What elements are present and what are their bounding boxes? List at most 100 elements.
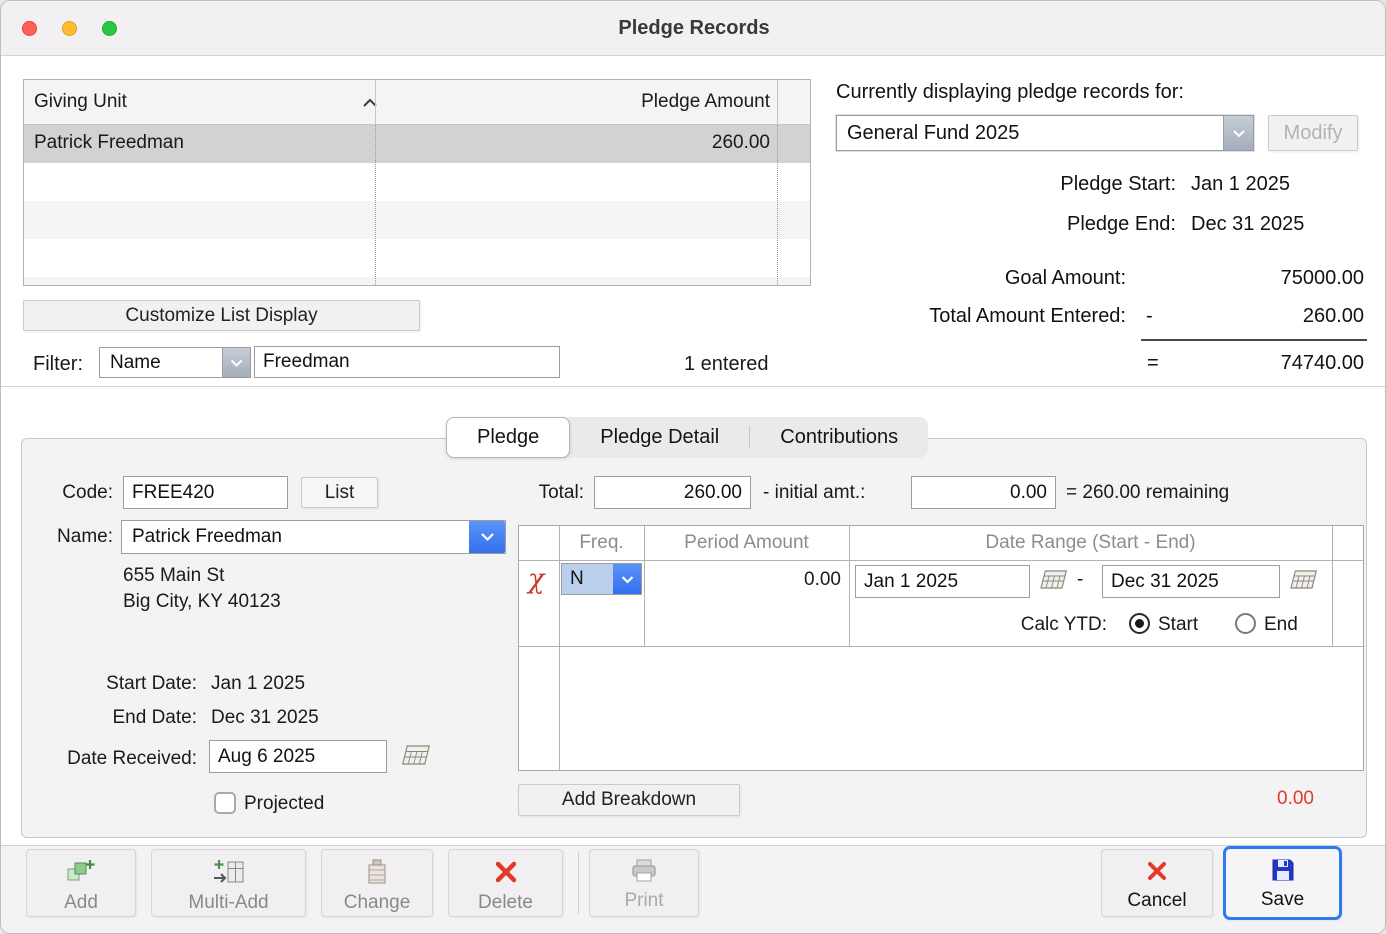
breakdown-col-date-range: Date Range (Start - End) (985, 532, 1196, 553)
range-dash: - (1077, 569, 1084, 590)
address-line-1: 655 Main St (123, 565, 225, 586)
cancel-button[interactable]: Cancel (1101, 849, 1213, 917)
maximize-button[interactable] (102, 21, 117, 36)
column-header-giving-unit[interactable]: Giving Unit (34, 91, 127, 113)
customize-list-display-button[interactable]: Customize List Display (23, 300, 420, 331)
goal-amount-label: Goal Amount: (1004, 267, 1126, 289)
range-start-input[interactable] (855, 565, 1030, 598)
save-button[interactable]: Save (1223, 846, 1342, 920)
total-entered-value: 260.00 (1302, 305, 1364, 327)
pledge-start-label: Pledge Start: (1060, 173, 1176, 195)
range-end-input[interactable] (1102, 565, 1280, 598)
code-input[interactable] (123, 476, 288, 509)
giving-unit-name: Patrick Freedman (34, 132, 184, 153)
giving-unit-list: Giving Unit Pledge Amount Patrick Freedm… (23, 79, 811, 286)
list-row-empty (24, 277, 810, 285)
pledge-amount-value: 260.00 (711, 132, 770, 153)
tab-pledge[interactable]: Pledge (446, 417, 571, 458)
chevron-down-icon (222, 348, 250, 377)
scrollbar-track[interactable] (778, 125, 810, 285)
projected-checkbox[interactable] (214, 792, 236, 814)
equals-sign: = (1147, 352, 1159, 374)
print-icon (628, 858, 660, 890)
print-button[interactable]: Print (589, 849, 699, 917)
multi-add-label: Multi-Add (188, 892, 269, 913)
breakdown-table: Freq. Period Amount Date Range (Start - … (518, 525, 1364, 771)
detail-tabs: Pledge Pledge Detail Contributions (446, 417, 929, 458)
start-date-label: Start Date: (106, 673, 197, 694)
list-row-empty (24, 239, 810, 277)
filter-input[interactable] (254, 346, 560, 378)
pledge-end-label: Pledge End: (1067, 213, 1176, 235)
fund-dropdown[interactable]: General Fund 2025 (836, 115, 1254, 151)
initial-amt-input[interactable] (911, 476, 1056, 509)
change-icon (363, 858, 391, 892)
cancel-label: Cancel (1127, 890, 1187, 911)
column-header-pledge-amount[interactable]: Pledge Amount (524, 91, 770, 113)
date-received-input[interactable] (209, 740, 387, 773)
date-picker-icon[interactable] (1287, 568, 1319, 597)
calc-ytd-start-radio[interactable] (1129, 613, 1150, 634)
pledge-records-window: Pledge Records Giving Unit Pledge Amount… (0, 0, 1386, 934)
delete-icon (492, 858, 520, 892)
modify-button[interactable]: Modify (1268, 115, 1358, 151)
minimize-button[interactable] (62, 21, 77, 36)
remaining-text: = 260.00 remaining (1066, 482, 1230, 503)
start-date-value: Jan 1 2025 (211, 673, 306, 694)
column-divider (375, 80, 376, 124)
breakdown-col-freq: Freq. (579, 532, 624, 553)
total-label: Total: (538, 482, 584, 503)
freq-value: N (562, 564, 613, 594)
remaining-value: 74740.00 (1280, 352, 1364, 374)
delete-row-icon[interactable]: χ (528, 566, 544, 593)
calc-ytd-start-label[interactable]: Start (1158, 614, 1198, 636)
date-received-label: Date Received: (67, 748, 197, 769)
print-label: Print (624, 890, 664, 911)
sum-line (1141, 339, 1367, 341)
end-date-value: Dec 31 2025 (211, 707, 319, 728)
breakdown-total: 0.00 (1277, 788, 1314, 809)
pledge-start-value: Jan 1 2025 (1191, 173, 1290, 195)
tab-contributions[interactable]: Contributions (750, 417, 928, 458)
add-button[interactable]: Add (26, 849, 136, 917)
filter-field-dropdown[interactable]: Name (99, 347, 251, 378)
calc-ytd-end-label[interactable]: End (1264, 614, 1298, 636)
name-dropdown[interactable]: Patrick Freedman (121, 520, 506, 554)
period-amount-value[interactable]: 0.00 (719, 569, 841, 591)
chevron-down-icon (469, 521, 505, 553)
change-button[interactable]: Change (321, 849, 433, 917)
list-header: Giving Unit Pledge Amount (24, 80, 810, 125)
tab-pledge-detail[interactable]: Pledge Detail (570, 417, 749, 458)
pledge-end-value: Dec 31 2025 (1191, 213, 1305, 235)
row-border (519, 646, 1363, 647)
flag-column-line (559, 526, 560, 770)
section-divider (1, 386, 1385, 387)
date-picker-icon[interactable] (1037, 568, 1069, 597)
total-input[interactable] (594, 476, 751, 509)
chevron-down-icon (1223, 116, 1253, 150)
add-breakdown-button[interactable]: Add Breakdown (518, 784, 740, 816)
projected-label: Projected (244, 793, 325, 814)
minus-sign: - (1146, 305, 1153, 327)
close-button[interactable] (22, 21, 37, 36)
add-icon (65, 858, 97, 892)
filter-field-value: Name (110, 351, 161, 373)
name-dropdown-value: Patrick Freedman (132, 526, 282, 547)
address-line-2: Big City, KY 40123 (123, 591, 281, 612)
list-button[interactable]: List (301, 477, 378, 508)
entered-count: 1 entered (684, 353, 769, 375)
total-entered-label: Total Amount Entered: (929, 305, 1126, 327)
calc-ytd-end-radio[interactable] (1235, 613, 1256, 634)
code-label: Code: (62, 482, 113, 503)
add-label: Add (64, 892, 98, 913)
change-label: Change (343, 892, 411, 913)
displaying-heading: Currently displaying pledge records for: (836, 81, 1184, 103)
scrollbar-divider (777, 80, 778, 124)
multi-add-button[interactable]: Multi-Add (151, 849, 306, 917)
list-row-selected[interactable]: Patrick Freedman 260.00 (24, 125, 810, 163)
goal-amount-value: 75000.00 (1280, 267, 1364, 289)
delete-button[interactable]: Delete (448, 849, 563, 917)
fund-dropdown-value: General Fund 2025 (847, 121, 1020, 144)
date-picker-icon[interactable] (399, 743, 433, 774)
freq-dropdown[interactable]: N (561, 563, 642, 595)
